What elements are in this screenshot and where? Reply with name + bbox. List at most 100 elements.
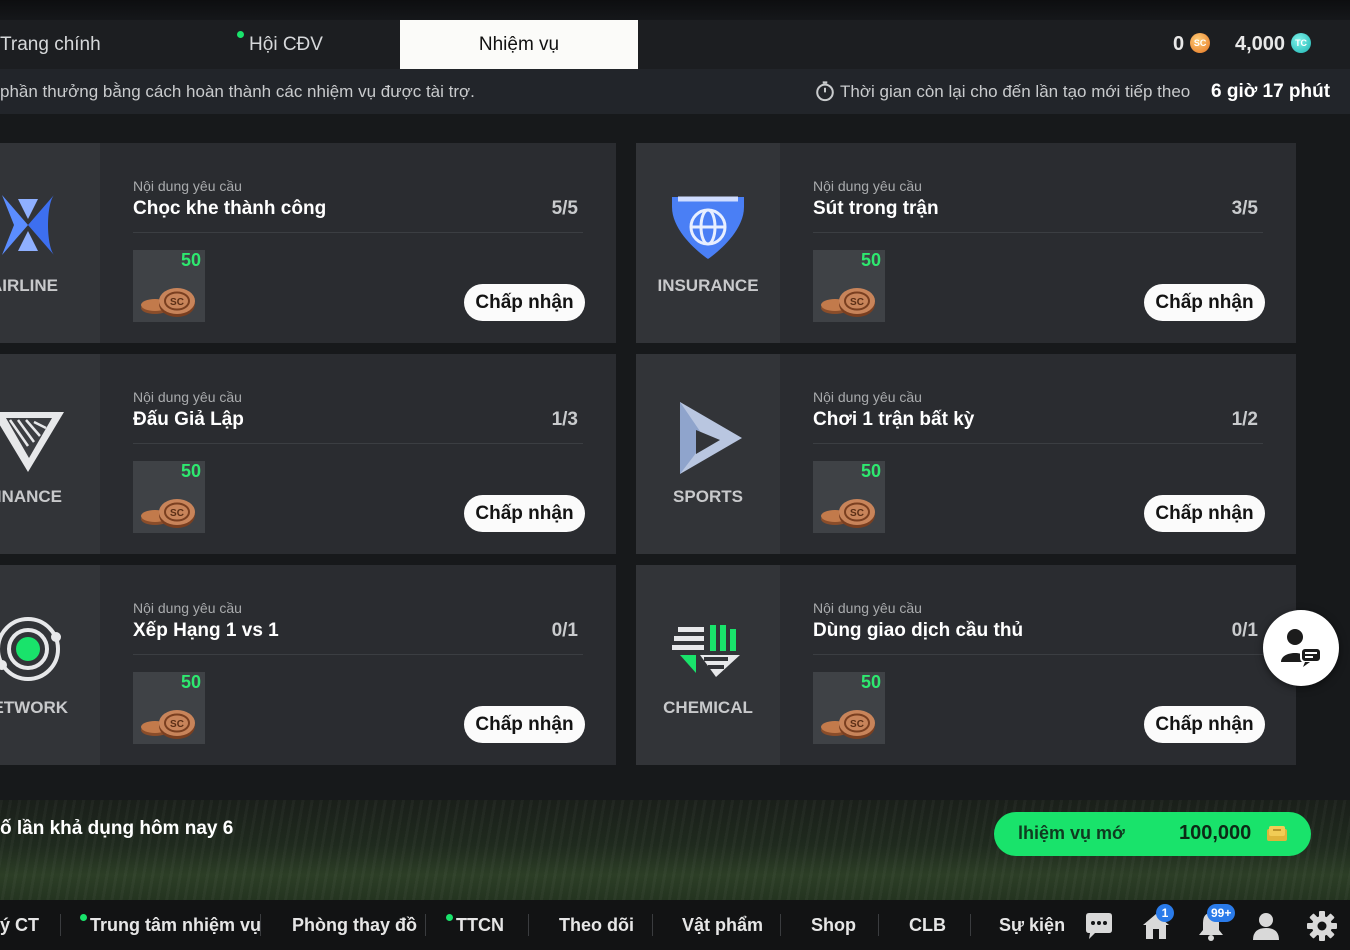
- reward-item: SC 50: [813, 672, 885, 744]
- sc-coins-icon: SC: [821, 499, 875, 528]
- mission-card: SPORTS Nội dung yêu cầu Chơi 1 trận bất …: [636, 354, 1296, 554]
- info-bar: phần thưởng bằng cách hoàn thành các nhi…: [0, 69, 1350, 114]
- reward-item: SC 50: [133, 250, 205, 322]
- mission-description: phần thưởng bằng cách hoàn thành các nhi…: [0, 82, 475, 101]
- reward-amount: 50: [860, 672, 881, 692]
- sponsor-logo-panel: CHEMICAL: [636, 565, 780, 765]
- nav-divider: [260, 914, 261, 936]
- tc-coin-icon: TC: [1291, 32, 1312, 53]
- nav-label: Trung tâm nhiệm vụ: [90, 915, 262, 935]
- mission-title: Xếp Hạng 1 vs 1: [133, 620, 279, 641]
- sponsor-logo-panel: ETWORK: [0, 565, 100, 765]
- mission-progress: 3/5: [1231, 198, 1258, 219]
- nav-item-ttcn[interactable]: TTCN: [446, 900, 504, 950]
- mission-card: INSURANCE Nội dung yêu cầu Sút trong trậ…: [636, 143, 1296, 343]
- tab-missions[interactable]: Nhiệm vụ: [400, 20, 638, 69]
- mission-title: Chọc khe thành công: [133, 198, 327, 219]
- timer-label: Thời gian còn lại cho đến lần tạo mới ti…: [840, 82, 1191, 101]
- sc-balance: 0 SC: [1173, 20, 1211, 69]
- nav-divider: [878, 914, 879, 936]
- nav-item-partial[interactable]: ý CT: [0, 900, 39, 950]
- gear-icon[interactable]: [1306, 910, 1338, 942]
- mission-progress: 1/3: [551, 409, 578, 430]
- notifications-button[interactable]: 99+: [1195, 904, 1236, 942]
- sc-coins-icon: SC: [821, 710, 875, 739]
- requirement-label: Nội dung yêu cầu: [133, 178, 242, 194]
- nav-item-events[interactable]: Sự kiện: [999, 900, 1065, 950]
- svg-text:SC: SC: [850, 719, 864, 730]
- reward-amount: 50: [180, 672, 201, 692]
- support-chat-button[interactable]: [1263, 610, 1339, 686]
- notification-badge: 99+: [1207, 904, 1236, 922]
- accept-button[interactable]: Chấp nhận: [464, 284, 585, 321]
- mission-progress: 0/1: [1231, 620, 1258, 641]
- nav-divider: [60, 914, 61, 936]
- sponsor-name: CHEMICAL: [663, 698, 753, 717]
- reward-item: SC 50: [813, 461, 885, 533]
- sponsor-logo-panel: INANCE: [0, 354, 100, 554]
- chat-icon[interactable]: [1083, 910, 1115, 942]
- nav-label: Vật phẩm: [682, 915, 764, 935]
- reward-amount: 50: [860, 461, 881, 481]
- svg-text:SC: SC: [170, 719, 184, 730]
- sc-coin-icon: SC: [1190, 32, 1211, 53]
- tc-value: 4,000: [1235, 33, 1286, 55]
- network-logo-icon: [0, 617, 61, 681]
- nav-item-mission-center[interactable]: Trung tâm nhiệm vụ: [80, 900, 261, 950]
- support-chat-icon: [1281, 629, 1322, 667]
- tab-label: Hội CĐV: [249, 34, 323, 55]
- new-dot: [237, 31, 245, 38]
- reward-amount: 50: [180, 250, 201, 270]
- svg-text:SC: SC: [850, 297, 864, 308]
- new-mission-label: lhiệm vụ mớ: [1018, 823, 1125, 843]
- sc-coins-icon: SC: [141, 288, 195, 317]
- insurance-logo-icon: [672, 196, 744, 259]
- divider: [133, 232, 583, 233]
- requirement-label: Nội dung yêu cầu: [813, 178, 922, 194]
- sc-coins-icon: SC: [821, 288, 875, 317]
- nav-item-locker-room[interactable]: Phòng thay đồ: [292, 900, 417, 950]
- nav-item-club[interactable]: CLB: [909, 900, 946, 950]
- new-dot: [80, 914, 87, 921]
- nav-item-watchlist[interactable]: Theo dõi: [559, 900, 634, 950]
- tab-bar: Trang chính Hội CĐV Nhiệm vụ: [0, 20, 1350, 69]
- sponsor-logo-panel: INSURANCE: [636, 143, 780, 343]
- accept-button[interactable]: Chấp nhận: [1144, 284, 1265, 321]
- sponsor-name: INANCE: [0, 487, 62, 506]
- nav-label: Shop: [811, 915, 856, 935]
- mission-progress: 1/2: [1231, 409, 1258, 430]
- nav-item-shop[interactable]: Shop: [811, 900, 856, 950]
- new-mission-button[interactable]: lhiệm vụ mớ 100,000: [994, 812, 1311, 856]
- accept-button[interactable]: Chấp nhận: [464, 706, 585, 743]
- mission-card: CHEMICAL Nội dung yêu cầu Dùng giao dịch…: [636, 565, 1296, 765]
- svg-text:SC: SC: [850, 508, 864, 519]
- nav-divider: [780, 914, 781, 936]
- mission-title: Sút trong trận: [813, 198, 939, 219]
- mission-card: INANCE Nội dung yêu cầu Đấu Giả Lập 1/3 …: [0, 354, 616, 554]
- nav-label: Theo dõi: [559, 915, 634, 935]
- mission-title: Đấu Giả Lập: [133, 409, 244, 430]
- sponsor-name: SPORTS: [673, 487, 743, 506]
- timer-value: 6 giờ 17 phút: [1211, 81, 1331, 102]
- nav-item-items[interactable]: Vật phẩm: [682, 900, 763, 950]
- accept-button[interactable]: Chấp nhận: [1144, 495, 1265, 532]
- mission-title: Dùng giao dịch cầu thủ: [813, 620, 1024, 641]
- bottom-nav: ý CT Trung tâm nhiệm vụ Phòng thay đồ TT…: [0, 900, 1350, 950]
- home-button[interactable]: 1: [1140, 904, 1174, 942]
- accept-button[interactable]: Chấp nhận: [464, 495, 585, 532]
- profile-icon[interactable]: [1250, 910, 1282, 942]
- tab-fan-club[interactable]: Hội CĐV: [180, 20, 380, 69]
- reward-item: SC 50: [133, 672, 205, 744]
- sports-logo-icon: [680, 402, 742, 474]
- new-mission-cost: 100,000: [1179, 822, 1252, 844]
- sc-coins-icon: SC: [141, 499, 195, 528]
- airline-logo-icon: [2, 195, 54, 255]
- chemical-logo-icon: [672, 625, 740, 677]
- requirement-label: Nội dung yêu cầu: [133, 600, 242, 616]
- reward-item: SC 50: [813, 250, 885, 322]
- tab-home[interactable]: Trang chính: [0, 20, 170, 69]
- nav-label: Phòng thay đồ: [292, 915, 417, 935]
- reward-amount: 50: [860, 250, 881, 270]
- accept-button[interactable]: Chấp nhận: [1144, 706, 1265, 743]
- sponsor-name: ETWORK: [0, 698, 68, 717]
